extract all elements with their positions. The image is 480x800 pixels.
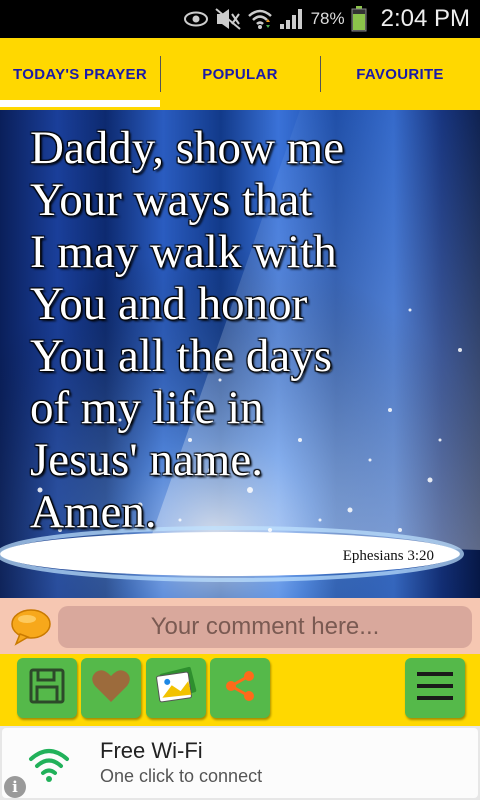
verse-reference: Ephesians 3:20	[342, 548, 434, 564]
save-icon	[28, 667, 66, 710]
battery-percent: 78%	[310, 9, 345, 28]
status-bar: 78% 2:04 PM	[0, 0, 480, 38]
prayer-text: Daddy, show me Your ways that I may walk…	[30, 122, 345, 538]
menu-icon	[416, 670, 454, 707]
tab-bar: TODAY'S PRAYER POPULAR FAVOURITE	[0, 38, 480, 110]
battery-icon	[351, 6, 367, 32]
share-button[interactable]	[210, 658, 270, 718]
prayer-image[interactable]: Daddy, show me Your ways that I may walk…	[0, 110, 480, 598]
signal-icon	[279, 8, 303, 30]
ad-content[interactable]: Free Wi-Fi One click to connect	[2, 728, 478, 798]
save-button[interactable]	[17, 658, 77, 718]
wifi-icon	[247, 7, 273, 31]
comment-input[interactable]	[58, 606, 472, 648]
share-icon	[222, 668, 258, 709]
favourite-button[interactable]	[81, 658, 141, 718]
eye-icon	[183, 10, 209, 28]
ad-banner[interactable]: Free Wi-Fi One click to connect	[0, 726, 480, 800]
comment-row	[0, 598, 480, 654]
tab-popular[interactable]: POPULAR	[160, 38, 320, 110]
set-wallpaper-button[interactable]	[146, 658, 206, 718]
status-icons: 78% 2:04 PM	[183, 0, 470, 38]
action-toolbar	[0, 654, 480, 726]
ad-subtitle: One click to connect	[100, 766, 263, 786]
tab-todays-prayer[interactable]: TODAY'S PRAYER	[0, 38, 160, 110]
menu-button[interactable]	[405, 658, 465, 718]
speech-bubble-icon[interactable]	[10, 608, 52, 651]
wallpaper-icon	[154, 666, 198, 711]
ad-title: Free Wi-Fi	[100, 738, 203, 763]
mute-icon	[214, 8, 241, 30]
ad-wifi-icon	[28, 744, 70, 789]
tab-favourite[interactable]: FAVOURITE	[320, 38, 480, 110]
clock: 2:04 PM	[380, 5, 470, 32]
heart-icon	[91, 668, 131, 709]
ad-info-icon[interactable]: i	[4, 776, 26, 798]
